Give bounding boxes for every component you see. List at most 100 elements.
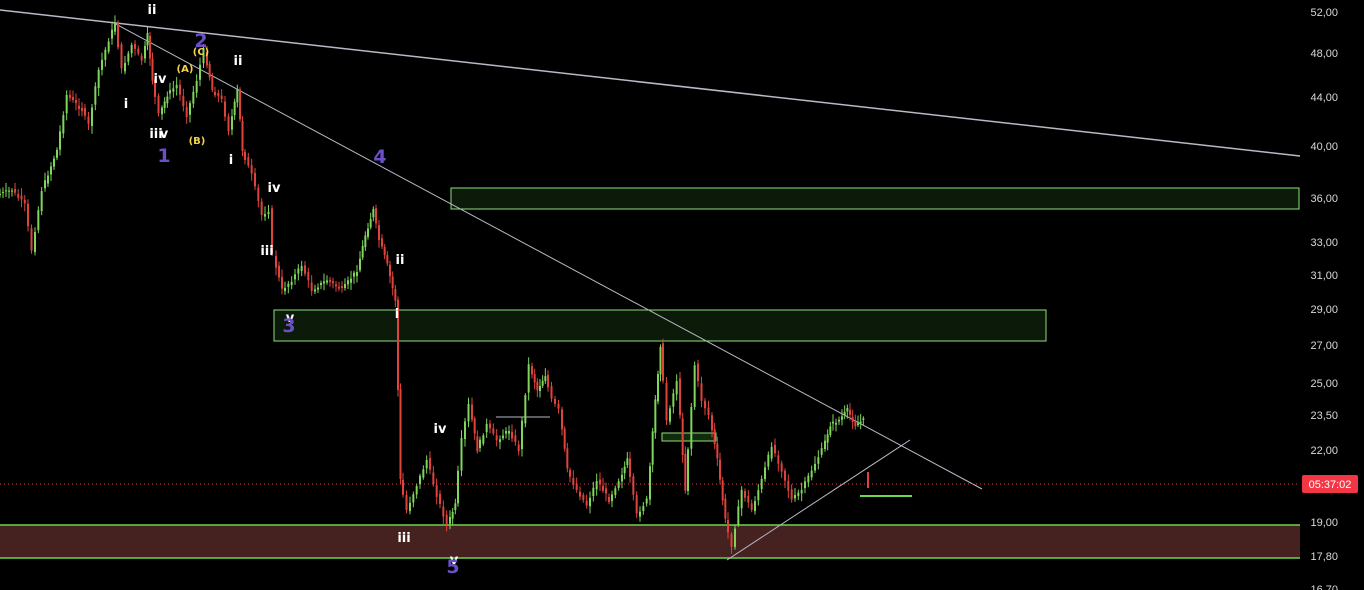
candle-body [224,101,226,117]
candle-body [777,455,780,464]
candle-body [563,428,566,449]
y-tick-label: 33,00 [1310,237,1338,249]
y-tick-label: 17,80 [1310,551,1338,563]
candle-body [127,53,130,62]
candle-body [846,408,849,412]
y-tick-label: 29,00 [1310,304,1338,316]
candle-body [693,365,696,407]
candle-body [482,435,485,444]
candle-body [629,458,631,477]
candle-body [621,474,623,482]
candle-body [214,91,216,96]
candle-body [53,158,55,167]
candle-body [307,271,310,281]
candle-body [508,431,510,434]
candle-body [107,41,110,52]
candle-body [824,440,826,450]
candle-body [211,76,214,91]
candle-body [161,107,163,115]
candle-body [554,398,556,404]
candle-body [770,446,773,459]
candle-body [442,506,445,517]
y-tick-label: 19,00 [1310,517,1338,529]
candle-body [439,493,441,504]
candle-body [386,255,389,264]
candle-body [687,449,689,492]
candle-body [605,488,607,494]
candle-body [851,416,854,422]
small-zone-1 [661,432,717,442]
candle-body [721,480,724,501]
candle-body [124,62,126,72]
candle-body [471,404,473,420]
candle-body [451,512,454,519]
candle-body [807,475,810,483]
candle-body [310,282,313,292]
candle-body [485,423,488,433]
candle-body [361,245,364,258]
candle-body [369,219,372,228]
candle-body [335,284,337,287]
candle-body [419,475,421,485]
candle-body [750,503,753,510]
candle-body [300,265,303,271]
candle-body [78,105,80,109]
candle-body [639,511,641,517]
candle-body [780,463,783,472]
candle-body [838,419,840,422]
candle-body [711,415,713,431]
candle-body [409,502,411,512]
candle-body [134,43,136,49]
candle-body [432,472,435,485]
candle-body [611,494,613,502]
candle-body [381,238,383,247]
candle-body [236,89,239,103]
candle-body [541,380,544,386]
candle-body [514,435,517,443]
candle-body [231,116,233,130]
candle-body [326,280,328,283]
candle-body [5,190,7,192]
candle-body [47,175,49,184]
y-tick-label: 16,70 [1310,584,1338,590]
candle-body [829,426,832,435]
candle-body [550,386,553,399]
candle-body [247,157,250,166]
candle-body [117,23,119,48]
candle-body [317,287,319,290]
candle-body [800,490,803,494]
candle-body [854,421,857,427]
candle-body [737,506,740,525]
candle-body [740,489,743,509]
candle-body [0,193,1,195]
candle-body [790,489,793,500]
wave-label-minor: iii [260,244,273,259]
candle-body [476,436,479,452]
wave-label-minor: iv [434,422,447,437]
candle-body [394,289,397,301]
wave-label-minor: iv [268,181,281,196]
candle-body [730,534,733,547]
candle-body [764,467,766,480]
candle-body [784,470,786,481]
candle-body [841,416,843,420]
candle-body [681,418,684,456]
candle-body [599,479,601,485]
candle-body [557,403,560,409]
candle-body [75,100,77,104]
candle-body [217,92,220,97]
candle-body [11,190,13,192]
candle-body [260,201,263,215]
candle-body [849,409,851,415]
candle-body [592,487,595,497]
candle-body [460,438,463,471]
candle-body [34,231,36,252]
wave-label-minor: v [160,127,169,142]
candle-body [566,448,569,469]
candle-body [62,115,65,134]
candle-body [353,272,355,277]
candle-body [8,190,10,192]
candle-body [467,403,470,422]
candle-body [367,228,369,237]
candle-body [524,395,527,424]
